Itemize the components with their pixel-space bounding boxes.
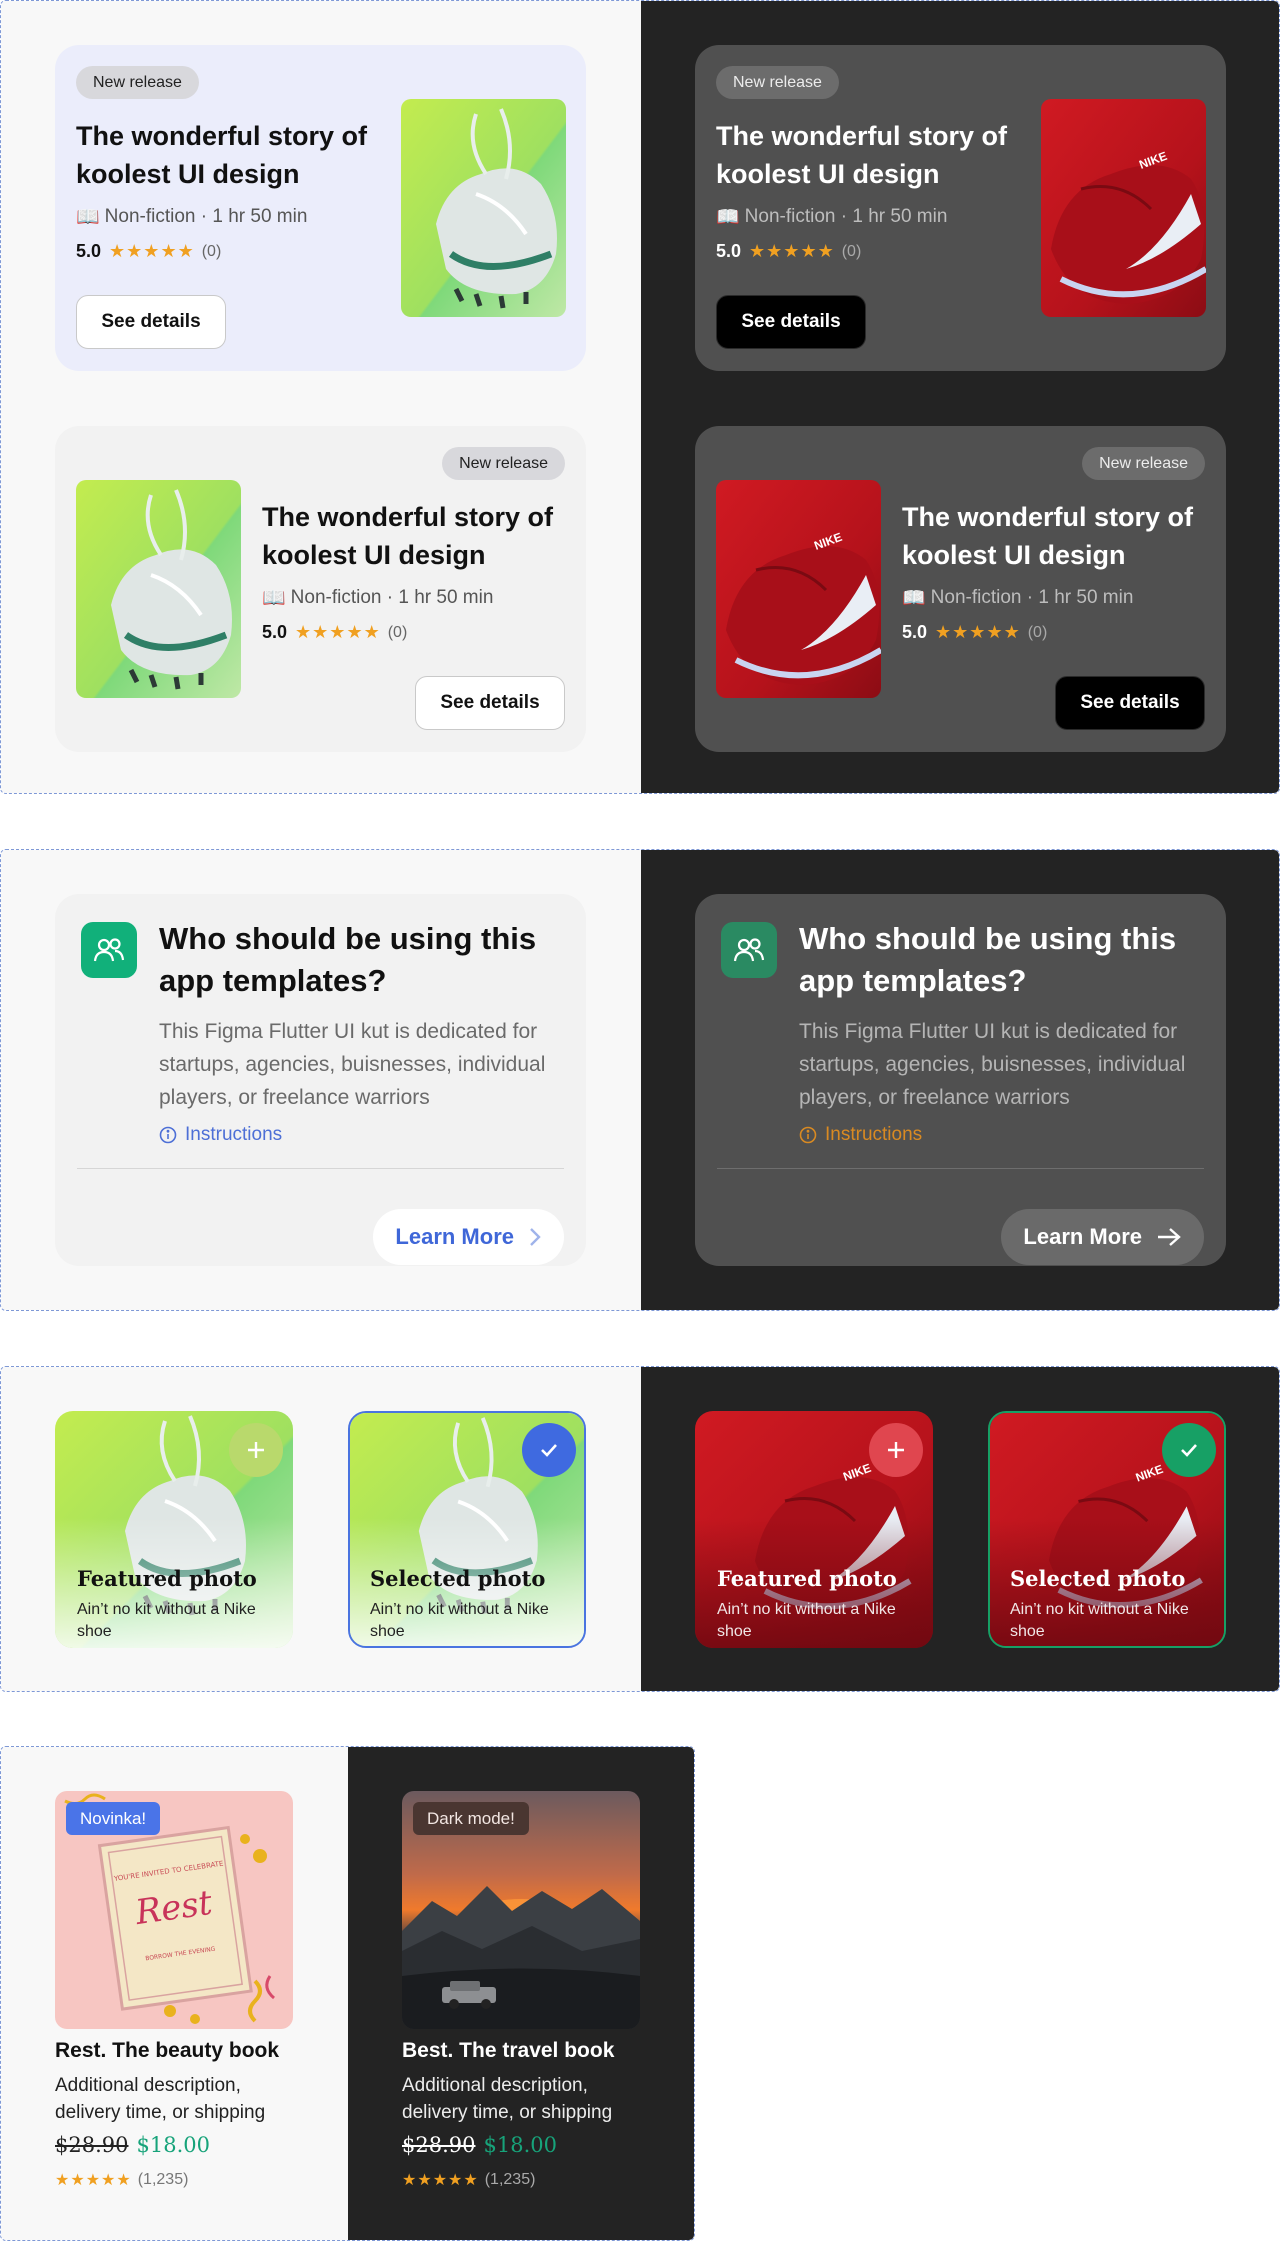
new-release-badge: New release [1082,447,1205,480]
book-card: New release The wonderful story of koole… [695,45,1226,371]
book-meta: 📖 Non-fiction · 1 hr 50 min [902,587,1134,609]
book-icon: 📖 [262,588,286,609]
learn-more-button[interactable]: Learn More [373,1209,564,1265]
product-price: $28.90 $18.00 [402,2133,557,2157]
product-card-section: YOU'RE INVITED TO CELEBRATE Rest BORROW … [0,1746,695,2241]
info-body: This Figma Flutter UI kut is dedicated f… [159,1020,546,1109]
see-details-button[interactable]: See details [1055,676,1205,730]
star-icons: ★★★★★ [935,622,1021,642]
arrow-right-icon [1158,1228,1181,1246]
new-release-badge: New release [442,447,565,480]
book-card: New release The wonderful story of koole… [55,45,586,371]
star-icons: ★★★★★ [55,2172,132,2189]
product-price: $28.90 $18.00 [55,2133,210,2157]
info-title: Who should be using this app templates? [799,921,1177,998]
info-card-section: Who should be using this app templates? … [0,849,1280,1311]
tile-title: Featured photo [77,1566,257,1591]
novinka-badge: Novinka! [66,1802,161,1835]
new-release-badge: New release [716,66,839,99]
book-title: The wonderful story of koolest UI design [716,121,1008,189]
old-price: $28.90 [55,2133,129,2157]
star-icons: ★★★★★ [749,241,835,261]
star-icons: ★★★★★ [402,2172,479,2189]
book-meta: 📖 Non-fiction · 1 hr 50 min [716,206,948,228]
see-details-button[interactable]: See details [415,676,565,730]
book-icon: 📖 [902,588,926,609]
featured-photo-tile[interactable]: Featured photo Ain’t no kit without a Ni… [55,1411,293,1648]
new-price: $18.00 [136,2133,210,2157]
selected-photo-tile[interactable]: Selected photo Ain’t no kit without a Ni… [348,1411,586,1648]
tile-subtitle: Ain’t no kit without a Nike shoe [370,1601,549,1640]
see-details-button[interactable]: See details [716,295,866,349]
users-icon [81,922,137,978]
book-card: New release The wonderful story of koole… [695,426,1226,752]
book-card-section: New release The wonderful story of koole… [0,0,1280,794]
featured-photo-tile[interactable]: Featured photo Ain’t no kit without a Ni… [695,1411,933,1648]
star-icons: ★★★★★ [295,622,381,642]
instructions-link[interactable]: Instructions [159,1124,282,1146]
tile-title: Selected photo [1010,1566,1186,1591]
check-icon[interactable] [522,1423,576,1477]
new-release-badge: New release [76,66,199,99]
users-icon [721,922,777,978]
plus-icon[interactable] [869,1423,923,1477]
learn-more-button[interactable]: Learn More [1001,1209,1204,1265]
book-icon: 📖 [76,207,100,228]
selected-photo-tile[interactable]: Selected photo Ain’t no kit without a Ni… [988,1411,1226,1648]
old-price: $28.90 [402,2133,476,2157]
book-cover-image [1041,99,1206,317]
instructions-link[interactable]: Instructions [799,1124,922,1146]
info-title: Who should be using this app templates? [159,921,537,998]
info-card: Who should be using this app templates? … [695,894,1226,1266]
book-cover-image [76,480,241,698]
book-meta: 📖 Non-fiction · 1 hr 50 min [76,206,308,228]
book-meta: 📖 Non-fiction · 1 hr 50 min [262,587,494,609]
book-title: The wonderful story of koolest UI design [76,121,368,189]
book-rating: 5.0 ★★★★★ (0) [76,241,222,261]
product-rating: ★★★★★ (1,235) [402,2171,536,2189]
info-body: This Figma Flutter UI kut is dedicated f… [799,1020,1186,1109]
tile-title: Selected photo [370,1566,546,1591]
chevron-right-icon [530,1228,541,1246]
tile-title: Featured photo [717,1566,897,1591]
dark-mode-badge: Dark mode! [413,1802,529,1835]
divider [77,1168,564,1169]
book-rating: 5.0 ★★★★★ (0) [902,622,1048,642]
see-details-button[interactable]: See details [76,295,226,349]
info-card: Who should be using this app templates? … [55,894,586,1266]
plus-icon[interactable] [229,1423,283,1477]
photo-tile-section: Featured photo Ain’t no kit without a Ni… [0,1366,1280,1692]
tile-subtitle: Ain’t no kit without a Nike shoe [717,1601,896,1640]
book-card: New release The wonderful story of koole… [55,426,586,752]
product-description: Additional description, delivery time, o… [402,2075,613,2123]
book-cover-image [401,99,566,317]
star-icons: ★★★★★ [109,241,195,261]
product-description: Additional description, delivery time, o… [55,2075,266,2123]
book-rating: 5.0 ★★★★★ (0) [716,241,862,261]
book-rating: 5.0 ★★★★★ (0) [262,622,408,642]
tile-subtitle: Ain’t no kit without a Nike shoe [1010,1601,1189,1640]
new-price: $18.00 [483,2133,557,2157]
book-title: The wonderful story of koolest UI design [262,502,554,570]
info-icon [159,1126,177,1144]
book-icon: 📖 [716,207,740,228]
check-icon[interactable] [1162,1423,1216,1477]
product-title[interactable]: Best. The travel book [402,2039,614,2063]
info-icon [799,1126,817,1144]
book-title: The wonderful story of koolest UI design [902,502,1194,570]
product-title[interactable]: Rest. The beauty book [55,2039,279,2063]
product-rating: ★★★★★ (1,235) [55,2171,189,2189]
divider [717,1168,1204,1169]
tile-subtitle: Ain’t no kit without a Nike shoe [77,1601,256,1640]
book-cover-image [716,480,881,698]
